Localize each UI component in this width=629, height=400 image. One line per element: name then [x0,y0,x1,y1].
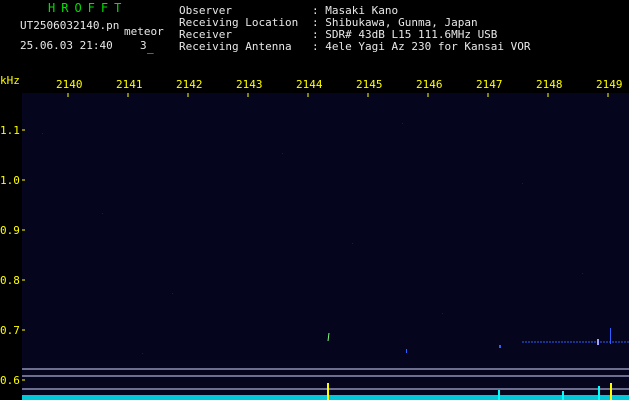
datetime-label: 25.06.03 21:40 [20,39,113,52]
freq-tick: 1.1 [0,124,20,137]
count-cursor: _ [147,41,154,54]
header-panel: HROFFT UT2506032140.pn meteor 25.06.03 2… [0,0,629,72]
time-tick: 2140 [56,78,83,91]
time-tick: 2146 [416,78,443,91]
time-tick: 2142 [176,78,203,91]
spectrogram-canvas [22,93,629,400]
noise-speckle [42,123,583,354]
time-tick: 2144 [296,78,323,91]
info-value-antenna: : 4ele Yagi Az 230 for Kansai VOR [312,40,531,53]
spectrogram-plot [22,93,629,400]
time-tick: 2143 [236,78,263,91]
freq-unit-label: kHz [0,74,20,87]
freq-tick-marks [22,129,25,381]
time-tick-marks [67,93,609,97]
mode-label: meteor [124,25,164,38]
time-tick: 2141 [116,78,143,91]
time-tick: 2149 [596,78,623,91]
freq-tick: 0.9 [0,224,20,237]
meteor-echoes [327,328,629,353]
count-label: 3 [140,39,147,52]
info-label-antenna: Receiving Antenna [179,40,292,53]
freq-tick: 0.8 [0,274,20,287]
time-tick: 2145 [356,78,383,91]
freq-tick: 0.7 [0,324,20,337]
time-tick: 2148 [536,78,563,91]
freq-tick: 1.0 [0,174,20,187]
signal-level-strip [22,383,629,400]
brand-title: HROFFT [48,1,128,15]
reference-lines [22,368,629,390]
file-name: UT2506032140.pn [20,19,120,32]
time-tick: 2147 [476,78,503,91]
freq-tick: 0.6 [0,374,20,387]
